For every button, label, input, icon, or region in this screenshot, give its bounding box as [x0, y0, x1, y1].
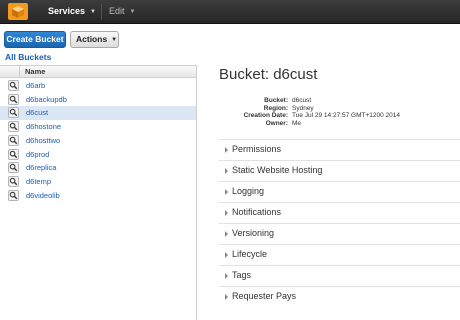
bucket-name-link[interactable]: d6replica — [26, 163, 56, 172]
chevron-right-icon — [225, 231, 228, 237]
property-value: Sydney — [292, 104, 314, 112]
chevron-right-icon — [225, 189, 228, 195]
magnifier-icon[interactable] — [8, 175, 19, 187]
chevron-right-icon — [225, 210, 228, 216]
aws-cube-icon[interactable] — [8, 3, 28, 20]
section-label: Logging — [232, 186, 265, 196]
magnifier-icon[interactable] — [8, 93, 19, 105]
top-navigation-bar: Services ▼ Edit ▼ — [0, 0, 460, 24]
section-label: Tags — [232, 270, 252, 280]
property-key: Owner: — [265, 119, 288, 127]
services-menu[interactable]: Services ▼ — [48, 6, 96, 16]
chevron-right-icon — [225, 168, 228, 174]
property-row: Creation Date: Tue Jul 29 14:27:57 GMT+12… — [219, 112, 400, 120]
column-divider — [19, 66, 20, 78]
bucket-row[interactable]: d6replica — [0, 161, 196, 175]
bucket-list-header: Name — [0, 65, 196, 78]
property-value: d6cust — [292, 97, 312, 104]
bucket-row[interactable]: d6prod — [0, 148, 196, 162]
all-buckets-link[interactable]: All Buckets — [5, 52, 51, 62]
topbar-divider — [101, 4, 102, 20]
section-label: Lifecycle — [232, 249, 268, 259]
property-key: Region: — [263, 104, 288, 112]
bucket-row[interactable]: d6cust — [0, 106, 196, 120]
services-label: Services — [48, 6, 86, 16]
magnifier-icon[interactable] — [8, 162, 19, 174]
actions-label: Actions — [76, 34, 108, 44]
property-value: Me — [292, 119, 302, 127]
bucket-name-link[interactable]: d6hosttwo — [26, 136, 60, 145]
bucket-row[interactable]: d6hosttwo — [0, 134, 196, 148]
bucket-row[interactable]: d6videolib — [0, 189, 196, 203]
chevron-down-icon: ▼ — [90, 9, 96, 15]
chevron-down-icon: ▼ — [111, 37, 118, 43]
section-header-notifications[interactable]: Notifications — [219, 202, 460, 223]
property-row: Owner: Me — [219, 120, 379, 128]
bucket-list: Name d6arb d6backupdb d6cust d6hostone d6hos… — [0, 65, 197, 320]
magnifier-icon[interactable] — [8, 189, 19, 201]
bucket-row[interactable]: d6temp — [0, 175, 196, 189]
magnifier-icon[interactable] — [8, 134, 19, 146]
property-value: Tue Jul 29 14:27:57 GMT+1200 2014 — [292, 112, 400, 119]
section-label: Permissions — [232, 144, 282, 154]
bucket-name-link[interactable]: d6temp — [26, 177, 51, 186]
section-header-lifecycle[interactable]: Lifecycle — [219, 244, 460, 265]
bucket-row[interactable]: d6arb — [0, 79, 196, 93]
section-header-requester-pays[interactable]: Requester Pays — [219, 286, 460, 307]
chevron-right-icon — [225, 147, 228, 153]
chevron-down-icon: ▼ — [129, 9, 136, 15]
bucket-row[interactable]: d6backupdb — [0, 93, 196, 107]
edit-label: Edit — [109, 6, 125, 16]
bucket-name-link[interactable]: d6hostone — [26, 122, 61, 131]
bucket-name-link[interactable]: d6videolib — [26, 191, 60, 200]
section-header-permissions[interactable]: Permissions — [219, 139, 460, 160]
magnifier-icon[interactable] — [8, 148, 19, 160]
section-label: Requester Pays — [232, 291, 297, 301]
section-header-static-website-hosting[interactable]: Static Website Hosting — [219, 160, 460, 181]
magnifier-icon[interactable] — [8, 121, 19, 133]
chevron-right-icon — [225, 273, 228, 279]
bucket-name-link[interactable]: d6arb — [26, 81, 45, 90]
edit-menu[interactable]: Edit ▼ — [109, 6, 135, 16]
property-row: Region: Sydney — [219, 105, 379, 113]
section-header-versioning[interactable]: Versioning — [219, 223, 460, 244]
name-column-header[interactable]: Name — [25, 67, 45, 76]
create-bucket-button[interactable]: Create Bucket — [4, 31, 66, 48]
bucket-name-link[interactable]: d6prod — [26, 150, 49, 159]
magnifier-icon[interactable] — [8, 107, 19, 119]
chevron-right-icon — [225, 252, 228, 258]
property-key: Creation Date: — [243, 112, 288, 119]
actions-dropdown-button[interactable]: Actions ▼ — [70, 31, 119, 48]
bucket-row[interactable]: d6hostone — [0, 120, 196, 134]
bucket-name-link[interactable]: d6cust — [26, 108, 48, 117]
bucket-name-link[interactable]: d6backupdb — [26, 95, 67, 104]
section-header-logging[interactable]: Logging — [219, 181, 460, 202]
section-label: Static Website Hosting — [232, 165, 323, 175]
magnifier-icon[interactable] — [8, 80, 19, 91]
property-key: Bucket: — [264, 97, 288, 104]
property-row: Bucket: d6cust — [219, 97, 379, 105]
section-label: Versioning — [232, 228, 275, 238]
section-header-tags[interactable]: Tags — [219, 265, 460, 286]
section-label: Notifications — [232, 207, 282, 217]
bucket-properties: Bucket: d6cust Region: Sydney Creation Date:… — [219, 97, 400, 128]
bucket-title: Bucket: d6cust — [219, 66, 318, 83]
chevron-right-icon — [225, 294, 228, 300]
